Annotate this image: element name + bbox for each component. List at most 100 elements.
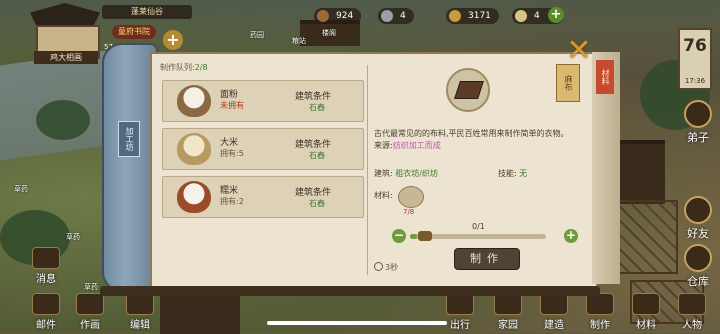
recipe-condition-label: 建筑条件 [295, 188, 332, 198]
tree [36, 100, 90, 140]
calendar-day: 76 [683, 36, 707, 56]
queue-value: 2/8 [194, 63, 208, 72]
recipe-name: 面粉 [220, 90, 239, 100]
add-resource-button[interactable]: + [548, 7, 564, 23]
resource-lumber: 924 [314, 8, 362, 24]
skill-label: 技能: [498, 169, 517, 178]
mail-button[interactable]: 邮件 [26, 293, 66, 331]
resource-stone: 4 [378, 8, 414, 24]
resource-value: 4 [400, 11, 406, 21]
recipe-owned: 拥有:5 [220, 149, 244, 158]
mail-icon [32, 293, 60, 315]
side-label: 好友 [687, 227, 709, 240]
scene-label: 草药 [84, 283, 98, 291]
stone-icon [381, 10, 393, 22]
edit-button[interactable]: 编辑 [120, 293, 160, 331]
craft-button[interactable]: 制作 [580, 293, 620, 331]
building-info: 建筑: 粗衣坊/织坊 [374, 168, 438, 179]
home-icon [494, 293, 522, 315]
material-button[interactable]: 材料 [626, 293, 666, 331]
slider-handle[interactable] [418, 231, 432, 241]
recipe-card[interactable]: 糯米 拥有:2 建筑条件 石舂 [162, 176, 364, 218]
rank-badge: 童府书院 [112, 25, 156, 39]
recipe-card[interactable]: 大米 拥有:5 建筑条件 石舂 [162, 128, 364, 170]
calendar-time: 17:36 [684, 77, 706, 85]
edit-icon [126, 293, 154, 315]
bottom-label: 邮件 [36, 320, 56, 331]
glutinous-rice-icon [177, 181, 211, 213]
flour-icon [177, 85, 211, 117]
calendar-widget[interactable]: 76 17:36 [678, 28, 712, 90]
item-description: 古代最常见的的布料,平民百姓常用来制作简单的衣物。 来源:纺织加工而成 [374, 128, 584, 152]
skill-value: 无 [519, 169, 528, 178]
craft-icon [586, 293, 614, 315]
friends-button[interactable]: 好友 [678, 196, 718, 241]
friends-icon [684, 196, 712, 224]
recipe-condition-value: 石舂 [309, 103, 325, 112]
resource-value: 3171 [468, 11, 491, 21]
add-button[interactable]: + [163, 30, 183, 50]
scroll-tag: 加工坊 [118, 121, 140, 157]
linen-cloth-icon [446, 68, 490, 112]
message-button[interactable]: 消息 [26, 247, 66, 285]
travel-button[interactable]: 出行 [440, 293, 480, 331]
bottom-label: 人物 [682, 320, 702, 331]
build-button[interactable]: 建造 [534, 293, 574, 331]
bottom-label: 出行 [450, 320, 470, 331]
craft-quantity: 0/1 [472, 222, 485, 231]
source-label: 来源: [374, 141, 393, 150]
bottom-label: 编辑 [130, 320, 150, 331]
rice-sack-icon [177, 133, 211, 165]
clock-icon [374, 262, 383, 271]
warehouse-icon [684, 244, 712, 272]
realm-name[interactable]: 蓬莱仙谷 [102, 5, 192, 19]
homestead-button[interactable]: 家园 [488, 293, 528, 331]
recipe-condition-label: 建筑条件 [295, 92, 332, 102]
paint-button[interactable]: 作画 [70, 293, 110, 331]
material-ribbon[interactable]: 材料 [596, 60, 614, 94]
decrease-button[interactable]: − [392, 229, 406, 243]
resource-value: 4 [534, 11, 540, 21]
queue-label: 制作队列: [160, 63, 195, 72]
cloth-icon [454, 81, 484, 99]
scene-label: 药园 [250, 31, 264, 39]
increase-button[interactable]: + [564, 229, 578, 243]
recipe-condition-value: 石舂 [309, 151, 325, 160]
craft-queue: 制作队列:2/8 [160, 62, 208, 73]
message-icon [32, 247, 60, 269]
travel-icon [446, 293, 474, 315]
craft-time: 3秒 [374, 262, 398, 273]
construction-scaffold [614, 200, 678, 274]
bottom-label: 作画 [80, 320, 100, 331]
person-button[interactable]: 人物 [672, 293, 712, 331]
skill-info: 技能: 无 [498, 168, 527, 179]
hemp-material-icon[interactable] [398, 186, 424, 208]
close-icon[interactable]: ✕ [564, 36, 594, 66]
bottom-label: 消息 [36, 274, 56, 285]
disciple-button[interactable]: 弟子 [678, 100, 718, 145]
building-roof [160, 292, 240, 334]
building-label: 建筑: [374, 169, 393, 178]
scroll-bottom-rod [100, 286, 600, 296]
home-indicator[interactable] [267, 321, 447, 325]
build-icon [540, 293, 568, 315]
slider-fill [410, 234, 417, 239]
recipe-name: 大米 [220, 138, 239, 148]
coin-icon [449, 10, 461, 22]
material-label: 材料: [374, 191, 393, 200]
warehouse-button[interactable]: 仓库 [678, 244, 718, 289]
panel-divider [367, 65, 368, 275]
scene-label: 草药 [14, 185, 28, 193]
resource-coin: 3171 [446, 8, 499, 24]
source-value: 纺织加工而成 [392, 141, 441, 150]
scene-label: 楼阁 [322, 29, 336, 37]
recipe-owned: 未拥有 [220, 101, 244, 110]
bottom-label: 制作 [590, 320, 610, 331]
recipe-condition-value: 石舂 [309, 199, 325, 208]
make-button[interactable]: 制作 [454, 248, 520, 270]
recipe-owned: 拥有:2 [220, 197, 244, 206]
bottom-label: 建造 [544, 320, 564, 331]
recipe-card[interactable]: 面粉 未拥有 建筑条件 石舂 [162, 80, 364, 122]
recipe-name: 糯米 [220, 186, 239, 196]
material-icon [632, 293, 660, 315]
